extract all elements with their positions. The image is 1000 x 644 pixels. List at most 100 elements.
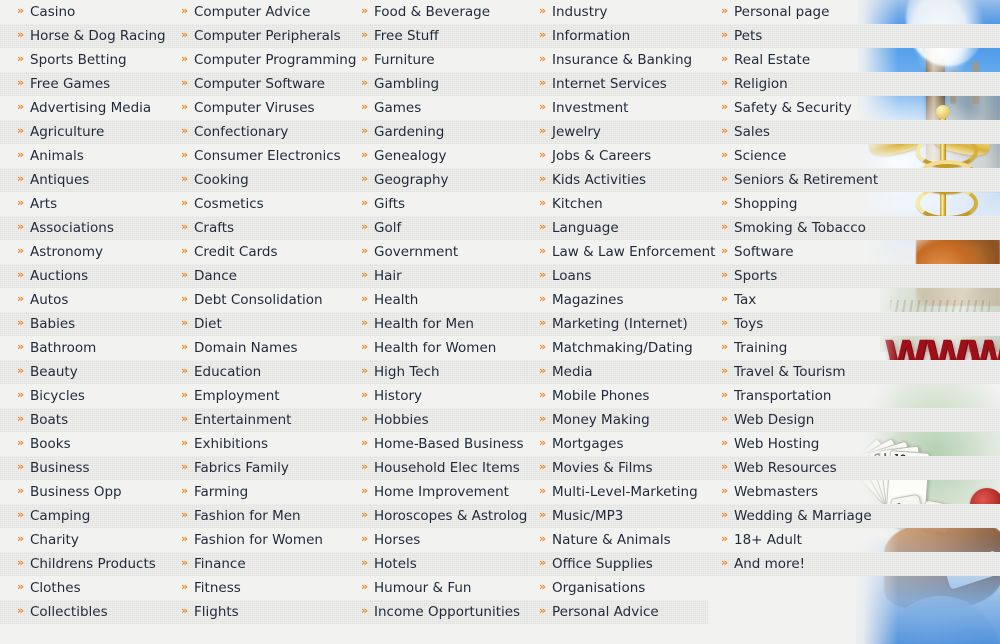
category-link-row[interactable]: » Language xyxy=(527,216,708,240)
category-link-row[interactable]: » Tax xyxy=(708,288,1000,312)
category-link-row[interactable]: » History xyxy=(348,384,527,408)
category-link-row[interactable]: » Mobile Phones xyxy=(527,384,708,408)
category-link-row[interactable]: » Smoking & Tobacco xyxy=(708,216,1000,240)
category-link-row[interactable]: » Fashion for Men xyxy=(168,504,348,528)
category-link-row[interactable]: » Law & Law Enforcement xyxy=(527,240,716,264)
category-link-row[interactable]: » Sports Betting xyxy=(0,48,168,72)
category-link-row[interactable]: » Matchmaking/Dating xyxy=(527,336,708,360)
category-link-row[interactable]: » Information xyxy=(527,24,708,48)
category-link-row[interactable]: » Credit Cards xyxy=(168,240,348,264)
category-link-row[interactable]: » Associations xyxy=(0,216,168,240)
category-link-row[interactable]: » Home-Based Business xyxy=(348,432,527,456)
category-link-row[interactable]: » Business xyxy=(0,456,168,480)
category-link-row[interactable]: » Music/MP3 xyxy=(527,504,708,528)
category-link-row[interactable]: » Casino xyxy=(0,0,168,24)
category-link-row[interactable]: » Hotels xyxy=(348,552,527,576)
category-link-row[interactable]: » Fashion for Women xyxy=(168,528,348,552)
category-link-row[interactable]: » Auctions xyxy=(0,264,168,288)
category-link-row[interactable]: » Sports xyxy=(708,264,1000,288)
category-link-row[interactable]: » Crafts xyxy=(168,216,348,240)
category-link-row[interactable]: » Office Supplies xyxy=(527,552,708,576)
category-link-row[interactable]: » Hobbies xyxy=(348,408,527,432)
category-link-row[interactable]: » Kitchen xyxy=(527,192,708,216)
category-link-row[interactable]: » Movies & Films xyxy=(527,456,708,480)
category-link-row[interactable]: » And more! xyxy=(708,552,1000,576)
category-link-row[interactable]: » Gardening xyxy=(348,120,527,144)
category-link-row[interactable]: » Games xyxy=(348,96,527,120)
category-link-row[interactable]: » Web Resources xyxy=(708,456,1000,480)
category-link-row[interactable]: » 18+ Adult xyxy=(708,528,1000,552)
category-link-row[interactable]: » Seniors & Retirement xyxy=(708,168,1000,192)
category-link-row[interactable]: » Diet xyxy=(168,312,348,336)
category-link-row[interactable]: » Transportation xyxy=(708,384,1000,408)
category-link-row[interactable]: » Industry xyxy=(527,0,708,24)
category-link-row[interactable]: » Home Improvement xyxy=(348,480,527,504)
category-link-row[interactable]: » Debt Consolidation xyxy=(168,288,348,312)
category-link-row[interactable]: » Personal Advice xyxy=(527,600,708,624)
category-link-row[interactable]: » Flights xyxy=(168,600,348,624)
category-link-row[interactable]: » Training xyxy=(708,336,1000,360)
category-link-row[interactable]: » Computer Software xyxy=(168,72,348,96)
category-link-row[interactable]: » Toys xyxy=(708,312,1000,336)
category-link-row[interactable]: » Marketing (Internet) xyxy=(527,312,708,336)
category-link-row[interactable]: » High Tech xyxy=(348,360,527,384)
category-link-row[interactable]: » Bicycles xyxy=(0,384,168,408)
category-link-row[interactable]: » Health for Women xyxy=(348,336,527,360)
category-link-row[interactable]: » Finance xyxy=(168,552,348,576)
category-link-row[interactable]: » Pets xyxy=(708,24,1000,48)
category-link-row[interactable]: » Golf xyxy=(348,216,527,240)
category-link-row[interactable]: » Jewelry xyxy=(527,120,708,144)
category-link-row[interactable]: » Nature & Animals xyxy=(527,528,708,552)
category-link-row[interactable]: » Hair xyxy=(348,264,527,288)
category-link-row[interactable]: » Humour & Fun xyxy=(348,576,527,600)
category-link-row[interactable]: » Fitness xyxy=(168,576,348,600)
category-link-row[interactable]: » Animals xyxy=(0,144,168,168)
category-link-row[interactable]: » Gambling xyxy=(348,72,527,96)
category-link-row[interactable]: » Organisations xyxy=(527,576,708,600)
category-link-row[interactable]: » Multi-Level-Marketing xyxy=(527,480,708,504)
category-link-row[interactable]: » Computer Advice xyxy=(168,0,348,24)
category-link-row[interactable]: » Books xyxy=(0,432,168,456)
category-link-row[interactable]: » Babies xyxy=(0,312,168,336)
category-link-row[interactable]: » Webmasters xyxy=(708,480,1000,504)
category-link-row[interactable]: » Sales xyxy=(708,120,1000,144)
category-link-row[interactable]: » Bathroom xyxy=(0,336,168,360)
category-link-row[interactable]: » Religion xyxy=(708,72,1000,96)
category-link-row[interactable]: » Entertainment xyxy=(168,408,348,432)
category-link-row[interactable]: » Clothes xyxy=(0,576,168,600)
category-link-row[interactable]: » Mortgages xyxy=(527,432,708,456)
category-link-row[interactable]: » Education xyxy=(168,360,348,384)
category-link-row[interactable]: » Fabrics Family xyxy=(168,456,348,480)
category-link-row[interactable]: » Income Opportunities xyxy=(348,600,527,624)
category-link-row[interactable]: » Advertising Media xyxy=(0,96,168,120)
category-link-row[interactable]: » Software xyxy=(708,240,1000,264)
category-link-row[interactable]: » Investment xyxy=(527,96,708,120)
category-link-row[interactable]: » Wedding & Marriage xyxy=(708,504,1000,528)
category-link-row[interactable]: » Internet Services xyxy=(527,72,708,96)
category-link-row[interactable]: » Horoscopes & Astrology xyxy=(348,504,535,528)
category-link-row[interactable]: » Boats xyxy=(0,408,168,432)
category-link-row[interactable]: » Beauty xyxy=(0,360,168,384)
category-link-row[interactable]: » Personal page xyxy=(708,0,1000,24)
category-link-row[interactable]: » Antiques xyxy=(0,168,168,192)
category-link-row[interactable]: » Business Opp xyxy=(0,480,168,504)
category-link-row[interactable]: » Household Elec Items xyxy=(348,456,527,480)
category-link-row[interactable]: » Astronomy xyxy=(0,240,168,264)
category-link-row[interactable]: » Computer Peripherals xyxy=(168,24,348,48)
category-link-row[interactable]: » Childrens Products xyxy=(0,552,168,576)
category-link-row[interactable]: » Farming xyxy=(168,480,348,504)
category-link-row[interactable]: » Computer Programming xyxy=(168,48,356,72)
category-link-row[interactable]: » Real Estate xyxy=(708,48,1000,72)
category-link-row[interactable]: » Camping xyxy=(0,504,168,528)
category-link-row[interactable]: » Money Making xyxy=(527,408,708,432)
category-link-row[interactable]: » Free Games xyxy=(0,72,168,96)
category-link-row[interactable]: » Loans xyxy=(527,264,708,288)
category-link-row[interactable]: » Consumer Electronics xyxy=(168,144,348,168)
category-link-row[interactable]: » Web Design xyxy=(708,408,1000,432)
category-link-row[interactable]: » Collectibles xyxy=(0,600,168,624)
category-link-row[interactable]: » Jobs & Careers xyxy=(527,144,708,168)
category-link-row[interactable]: » Employment xyxy=(168,384,348,408)
category-link-row[interactable]: » Science xyxy=(708,144,1000,168)
category-link-row[interactable]: » Arts xyxy=(0,192,168,216)
category-link-row[interactable]: » Government xyxy=(348,240,527,264)
